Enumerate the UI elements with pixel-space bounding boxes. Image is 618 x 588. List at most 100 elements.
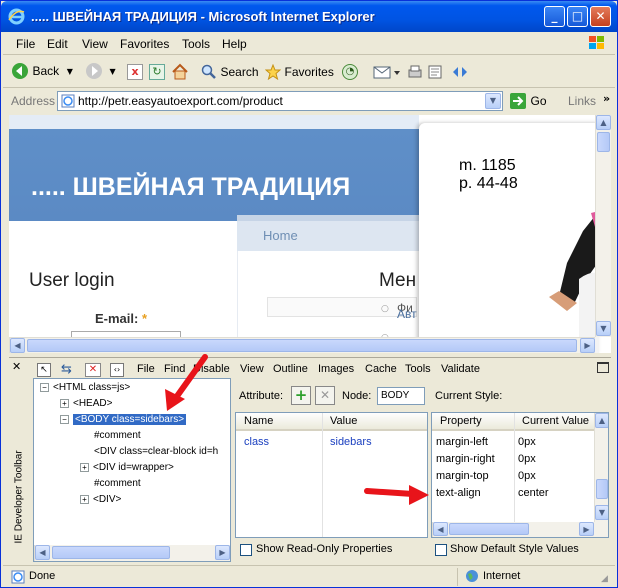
tree-node-div[interactable]: + <DIV> <box>80 494 121 505</box>
scroll-right-icon[interactable]: ▶ <box>580 338 595 353</box>
scroll-up-icon[interactable]: ▲ <box>596 115 611 130</box>
dev-menu-outline[interactable]: Outline <box>273 363 308 375</box>
links-chevron-icon[interactable]: » <box>603 92 610 105</box>
tree-h-scrollbar[interactable]: ◀ ▶ <box>34 545 230 561</box>
tree-node-div-wrapper[interactable]: + <DIV id=wrapper> <box>80 462 174 473</box>
menu-tools[interactable]: Tools <box>182 37 210 51</box>
address-input[interactable]: http://petr.easyautoexport.com/product ▼ <box>57 91 503 111</box>
dev-menu-file[interactable]: File <box>137 363 155 375</box>
menu-file[interactable]: File <box>16 37 35 51</box>
dev-menu-images[interactable]: Images <box>318 363 354 375</box>
history-icon[interactable]: ◔ <box>342 64 358 80</box>
menu-view[interactable]: View <box>82 37 108 51</box>
attr-name[interactable]: class <box>244 436 269 448</box>
h-scroll-thumb[interactable] <box>27 339 577 352</box>
selected-node[interactable]: <BODY class=sidebars> <box>71 413 188 426</box>
style-prop[interactable]: margin-top <box>436 470 489 482</box>
h-scroll-thumb[interactable] <box>52 546 170 559</box>
close-icon[interactable]: ✕ <box>12 360 21 373</box>
messenger-icon[interactable] <box>451 64 469 83</box>
favorites-button[interactable]: Favorites <box>265 64 334 80</box>
h-scroll-thumb[interactable] <box>449 523 529 535</box>
address-dropdown-chevron-icon[interactable]: ▼ <box>485 93 501 109</box>
default-style-checkbox[interactable] <box>435 544 447 556</box>
tree-node-comment[interactable]: #comment <box>94 430 141 441</box>
collapse-icon[interactable]: − <box>40 382 49 392</box>
stop-icon[interactable]: x <box>127 64 143 80</box>
add-attribute-icon[interactable]: + <box>291 386 311 405</box>
clear-icon[interactable]: ✕ <box>85 363 101 377</box>
node-field[interactable]: BODY <box>377 387 425 405</box>
refresh-dom-icon[interactable]: ⇆ <box>61 362 72 377</box>
style-value[interactable]: 0px <box>518 436 536 448</box>
style-prop[interactable]: margin-right <box>436 453 495 465</box>
expand-icon[interactable]: + <box>80 494 89 504</box>
col-name[interactable]: Name <box>244 415 273 427</box>
forward-arrow-icon <box>86 63 102 79</box>
scroll-left-icon[interactable]: ◀ <box>433 522 448 536</box>
tree-node-head[interactable]: + <HEAD> <box>60 398 112 409</box>
forward-button[interactable]: ▼ <box>85 62 116 80</box>
style-value[interactable]: 0px <box>518 470 536 482</box>
links-label[interactable]: Links <box>568 94 596 108</box>
view-source-icon[interactable]: ‹› <box>110 363 124 377</box>
go-button[interactable]: Go <box>509 92 547 110</box>
col-current-value[interactable]: Current Value <box>522 415 589 427</box>
scroll-left-icon[interactable]: ◀ <box>10 338 25 353</box>
menu-help[interactable]: Help <box>222 37 247 51</box>
menu-edit[interactable]: Edit <box>47 37 68 51</box>
style-value[interactable]: 0px <box>518 453 536 465</box>
readonly-checkbox[interactable] <box>240 544 252 556</box>
home-icon[interactable] <box>171 63 189 84</box>
menu-search-field[interactable] <box>267 297 417 317</box>
dev-menu-cache[interactable]: Cache <box>365 363 397 375</box>
refresh-icon[interactable]: ↻ <box>149 64 165 80</box>
resize-grip-icon[interactable]: ◢ <box>601 573 608 584</box>
print-icon[interactable] <box>407 64 423 83</box>
scroll-down-icon[interactable]: ▼ <box>596 321 611 336</box>
page-horizontal-scrollbar[interactable]: ◀ ▶ <box>9 337 595 353</box>
expand-icon[interactable]: + <box>80 462 89 472</box>
remove-attribute-icon[interactable]: ✕ <box>315 386 335 405</box>
tree-node-body[interactable]: − <BODY class=sidebars> <box>60 413 188 426</box>
page-vertical-scrollbar[interactable]: ▲ ▼ <box>595 115 611 337</box>
scroll-down-icon[interactable]: ▼ <box>595 505 608 520</box>
tree-node-div-header[interactable]: <DIV class=clear-block id=h <box>94 446 218 457</box>
expand-icon[interactable]: + <box>60 398 69 408</box>
scroll-right-icon[interactable]: ▶ <box>579 522 594 536</box>
scroll-right-icon[interactable]: ▶ <box>215 545 230 560</box>
style-v-scrollbar[interactable]: ▲ ▼ <box>594 413 608 522</box>
search-button[interactable]: Search <box>201 64 259 80</box>
style-value[interactable]: center <box>518 487 549 499</box>
go-arrow-icon <box>510 93 526 109</box>
scroll-up-icon[interactable]: ▲ <box>595 413 608 428</box>
col-value[interactable]: Value <box>330 415 357 427</box>
edit-icon[interactable] <box>427 64 443 83</box>
scroll-thumb[interactable] <box>596 479 608 499</box>
attribute-grid: Name Value class sidebars <box>235 412 428 538</box>
scroll-left-icon[interactable]: ◀ <box>35 545 50 560</box>
dev-menu-validate[interactable]: Validate <box>441 363 480 375</box>
minimize-button[interactable]: _ <box>544 6 565 27</box>
nav-home-link[interactable]: Home <box>263 228 298 243</box>
style-h-scrollbar[interactable]: ◀ ▶ <box>432 522 608 537</box>
col-property[interactable]: Property <box>440 415 482 427</box>
restore-icon[interactable] <box>597 362 609 373</box>
collapse-icon[interactable]: − <box>60 414 69 424</box>
select-element-icon[interactable]: ↖ <box>37 363 51 377</box>
menu-link-2[interactable]: Авт <box>397 307 417 321</box>
dev-menu-tools[interactable]: Tools <box>405 363 431 375</box>
scroll-thumb[interactable] <box>597 132 610 152</box>
style-prop[interactable]: text-align <box>436 487 481 499</box>
maximize-button[interactable]: □ <box>567 6 588 27</box>
menu-favorites[interactable]: Favorites <box>120 37 169 51</box>
style-prop[interactable]: margin-left <box>436 436 488 448</box>
dev-menu-view[interactable]: View <box>240 363 264 375</box>
title-bar[interactable]: ..... ШВЕЙНАЯ ТРАДИЦИЯ - Microsoft Inter… <box>1 1 617 32</box>
attr-value[interactable]: sidebars <box>330 436 372 448</box>
close-button[interactable]: ✕ <box>590 6 611 27</box>
tree-node-html[interactable]: − <HTML class=js> <box>40 382 130 393</box>
mail-icon[interactable] <box>373 64 401 83</box>
back-button[interactable]: Back ▼ <box>11 62 81 82</box>
tree-node-comment[interactable]: #comment <box>94 478 141 489</box>
